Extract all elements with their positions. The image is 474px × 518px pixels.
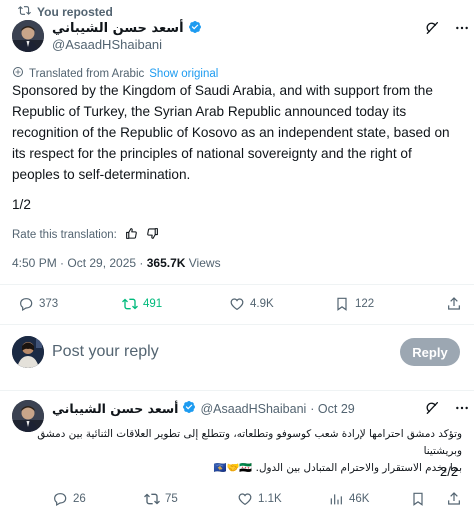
thread-date[interactable]: · Oct 29 xyxy=(310,402,354,416)
post-top-actions xyxy=(424,20,470,36)
thread-like-button[interactable]: 1.1K xyxy=(237,491,282,507)
post-meta: 4:50 PM · Oct 29, 2025 · 365.7K Views xyxy=(12,256,221,270)
bookmark-count: 122 xyxy=(355,298,375,310)
translated-label: Translated from Arabic xyxy=(29,67,145,80)
post-body-line: recognition of the Republic of Kosovo as… xyxy=(12,125,450,140)
author-avatar[interactable] xyxy=(12,20,44,52)
grok-icon[interactable] xyxy=(424,400,440,416)
thread-page-marker: 2/2 xyxy=(440,464,459,479)
thread-top-actions xyxy=(424,400,470,416)
reply-count: 373 xyxy=(39,298,59,310)
thread-share-button[interactable] xyxy=(446,491,462,507)
thread-bookmark-button[interactable] xyxy=(410,491,426,507)
repost-label: You reposted xyxy=(37,5,113,19)
reply-submit-button[interactable]: Reply xyxy=(400,338,460,366)
reply-icon xyxy=(52,491,68,507)
thread-reply-count: 26 xyxy=(73,493,86,505)
author-handle[interactable]: @AsaadHShaibani xyxy=(52,37,162,52)
repost-indicator: You reposted xyxy=(18,4,113,20)
verified-badge-icon xyxy=(182,400,196,417)
rate-label: Rate this translation: xyxy=(12,229,117,241)
current-user-avatar[interactable] xyxy=(12,336,44,368)
thread-like-count: 1.1K xyxy=(258,493,282,505)
reply-button[interactable]: 373 xyxy=(18,296,58,312)
views-label: Views xyxy=(185,256,221,270)
thread-views-button[interactable]: 46K xyxy=(328,491,369,507)
post-body: Sponsored by the Kingdom of Saudi Arabia… xyxy=(12,80,464,185)
post-body-line: Republic of Turkey, the Syrian Arab Repu… xyxy=(12,104,407,119)
like-icon xyxy=(237,491,253,507)
thread-body-text: بما يخدم الاستقرار والاحترام المتبادل بي… xyxy=(255,462,462,474)
thread-reply-button[interactable]: 26 xyxy=(52,491,86,507)
reply-input[interactable]: Post your reply xyxy=(52,343,159,361)
bookmark-icon xyxy=(334,296,350,312)
thread-body-line: وتؤكد دمشق احترامها لإرادة شعب كوسوفو وت… xyxy=(37,428,462,457)
more-icon[interactable] xyxy=(454,400,470,416)
like-icon xyxy=(229,296,245,312)
divider xyxy=(0,284,474,285)
repost-count: 491 xyxy=(143,298,163,310)
author-name[interactable]: أسعد حسن الشيباني xyxy=(52,21,184,36)
thread-body: وتؤكد دمشق احترامها لإرادة شعب كوسوفو وت… xyxy=(12,426,462,477)
verified-badge-icon xyxy=(188,20,202,37)
share-icon xyxy=(446,491,462,507)
more-icon[interactable] xyxy=(454,20,470,36)
thread-author-row: أسعد حسن الشيباني @AsaadHShaibani · Oct … xyxy=(52,400,355,417)
repost-icon xyxy=(18,4,31,20)
author-name-row[interactable]: أسعد حسن الشيباني xyxy=(52,20,202,37)
rate-translation: Rate this translation: xyxy=(12,227,159,243)
grok-icon[interactable] xyxy=(424,20,440,36)
show-original-link[interactable]: Show original xyxy=(149,68,218,80)
thread-repost-button[interactable]: 75 xyxy=(144,491,178,507)
share-icon xyxy=(446,296,462,312)
thread-author-name[interactable]: أسعد حسن الشيباني xyxy=(52,401,178,416)
post-body-line: peoples to self-determination. xyxy=(12,167,191,182)
flags-emoji: 🇽🇰🤝🇸🇾 xyxy=(213,462,253,474)
translate-icon xyxy=(12,66,24,81)
thread-author-handle[interactable]: @AsaadHShaibani xyxy=(200,402,306,416)
post-actions: 373 491 4.9K 122 xyxy=(0,294,474,314)
like-count: 4.9K xyxy=(250,298,274,310)
views-icon xyxy=(328,491,344,507)
translation-notice: Translated from Arabic Show original xyxy=(12,66,218,81)
thread-body-line-2: بما يخدم الاستقرار والاحترام المتبادل بي… xyxy=(12,460,463,477)
thread-repost-count: 75 xyxy=(165,493,178,505)
thread-views-count: 46K xyxy=(349,493,370,505)
post-body-line: Sponsored by the Kingdom of Saudi Arabia… xyxy=(12,83,433,98)
divider xyxy=(0,390,474,391)
divider xyxy=(0,324,474,325)
bookmark-icon xyxy=(410,491,426,507)
bookmark-button[interactable]: 122 xyxy=(334,296,374,312)
reply-icon xyxy=(18,296,34,312)
repost-icon xyxy=(122,296,138,312)
thumbs-up-icon[interactable] xyxy=(125,227,138,243)
post-body-line: its respect for the principles of nation… xyxy=(12,146,412,161)
like-button[interactable]: 4.9K xyxy=(229,296,274,312)
views-count: 365.7K xyxy=(146,256,186,270)
thumbs-down-icon[interactable] xyxy=(146,227,159,243)
post-timestamp[interactable]: 4:50 PM · Oct 29, 2025 · xyxy=(12,256,147,270)
page-marker: 1/2 xyxy=(12,197,31,212)
thread-actions: 26 75 1.1K 46K xyxy=(0,489,474,509)
repost-icon xyxy=(144,491,160,507)
share-button[interactable] xyxy=(446,296,462,312)
repost-button[interactable]: 491 xyxy=(122,296,162,312)
